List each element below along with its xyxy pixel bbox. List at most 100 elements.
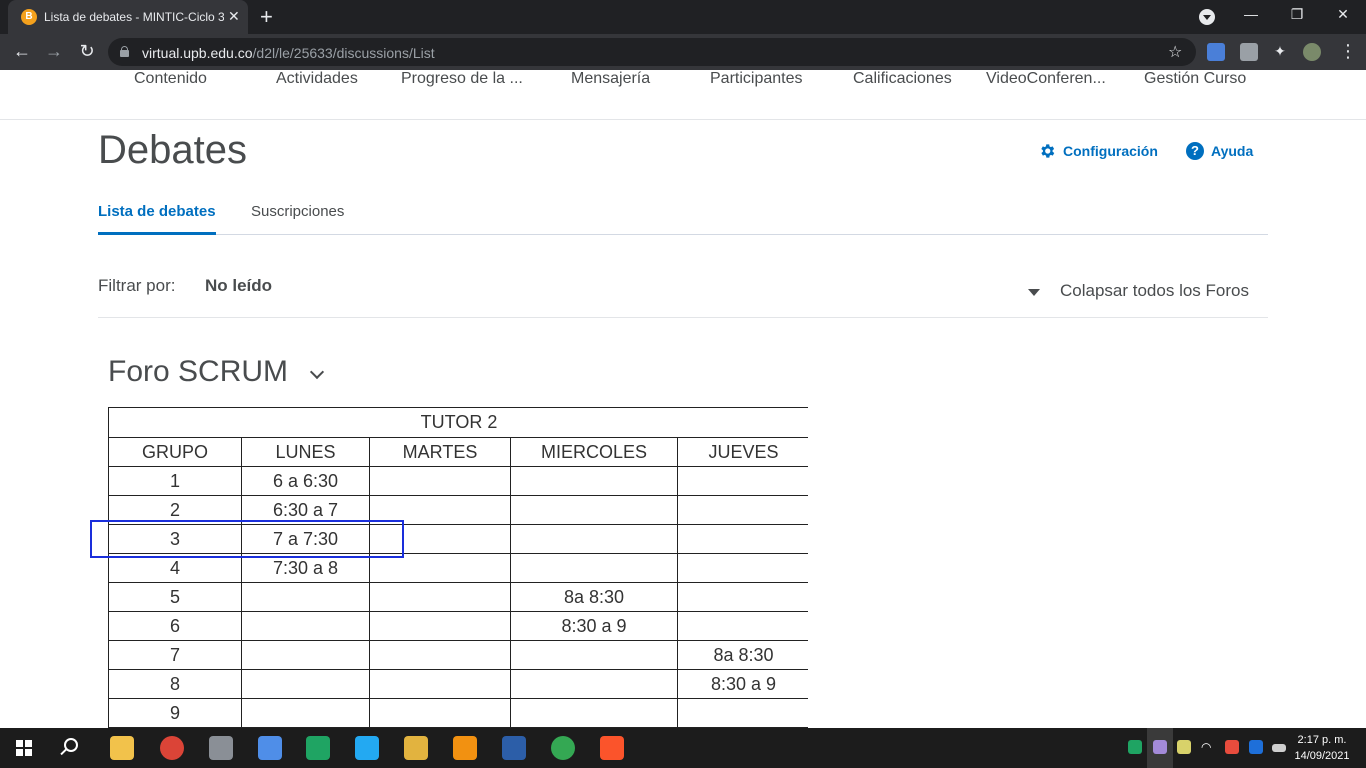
bluetooth-icon[interactable] <box>1249 740 1263 754</box>
schedule-cell <box>369 466 511 496</box>
tab-lista-de-debates[interactable]: Lista de debates <box>98 203 216 235</box>
browser-tabstrip: B Lista de debates - MINTIC-Ciclo 3 ✕ + … <box>0 0 1366 34</box>
forward-icon[interactable]: → <box>43 41 65 62</box>
tray-app-icon[interactable] <box>1153 740 1167 754</box>
filter-value[interactable]: No leído <box>205 276 272 296</box>
windows-start-icon[interactable] <box>16 740 32 756</box>
battery-icon[interactable] <box>1272 744 1286 752</box>
schedule-row: 5 8a 8:30 <box>108 582 808 612</box>
forum-heading[interactable]: Foro SCRUM <box>108 355 325 389</box>
schedule-cell <box>369 611 511 641</box>
extensions-puzzle-icon[interactable]: ✦ <box>1271 43 1289 61</box>
schedule-image: TUTOR 2 GRUPO LUNES MARTES MIERCOLES JUE… <box>108 407 808 728</box>
tray-colorful-icon[interactable] <box>1225 740 1239 754</box>
help-link[interactable]: ? Ayuda <box>1186 142 1253 160</box>
nav-item-videoconferencia[interactable]: VideoConferen... <box>986 70 1106 88</box>
wifi-icon[interactable]: ◠ <box>1201 740 1215 754</box>
tray-security-icon[interactable] <box>1177 740 1191 754</box>
schedule-cell <box>369 640 511 670</box>
nav-item-progreso[interactable]: Progreso de la ... <box>401 70 523 88</box>
help-icon: ? <box>1186 142 1204 160</box>
chevron-down-icon[interactable] <box>309 364 325 380</box>
schedule-row: 7 8a 8:30 <box>108 640 808 670</box>
nav-item-gestion-curso[interactable]: Gestión Curso <box>1144 70 1246 88</box>
translate-extension-icon[interactable] <box>1207 43 1225 61</box>
nav-item-participantes[interactable]: Participantes <box>710 70 803 88</box>
course-navbar: Contenido Actividades Progreso de la ...… <box>0 70 1366 120</box>
chrome-profile-icon[interactable] <box>551 736 575 760</box>
close-tab-icon[interactable]: ✕ <box>228 8 240 25</box>
schedule-cell <box>241 698 370 728</box>
vscode-icon[interactable] <box>355 736 379 760</box>
taskbar-clock[interactable]: 2:17 p. m. 14/09/2021 <box>1292 732 1352 764</box>
schedule-cell <box>510 466 678 496</box>
calculator-icon[interactable] <box>209 736 233 760</box>
divider <box>98 317 1268 318</box>
minimize-window-icon[interactable]: — <box>1241 6 1261 22</box>
address-bar[interactable]: virtual.upb.edu.co/d2l/le/25633/discussi… <box>108 38 1196 66</box>
column-header: LUNES <box>241 437 370 467</box>
schedule-row: 6 8:30 a 9 <box>108 611 808 641</box>
schedule-cell <box>510 698 678 728</box>
brightspace-favicon-icon: B <box>21 9 37 25</box>
schedule-cell <box>510 640 678 670</box>
bookmark-star-icon[interactable]: ☆ <box>1168 42 1182 62</box>
schedule-cell: 6 <box>108 611 242 641</box>
google-drive-icon[interactable] <box>306 736 330 760</box>
tab-title: Lista de debates - MINTIC-Ciclo 3 <box>44 10 224 24</box>
schedule-row: 8 8:30 a 9 <box>108 669 808 699</box>
schedule-cell <box>241 582 370 612</box>
nav-item-mensajeria[interactable]: Mensajería <box>571 70 650 88</box>
lock-icon <box>120 46 129 57</box>
schedule-cell <box>369 582 511 612</box>
schedule-cell <box>510 495 678 525</box>
clock-date: 14/09/2021 <box>1294 750 1350 762</box>
new-tab-button[interactable]: + <box>260 4 273 30</box>
schedule-row: 16 a 6:30 <box>108 466 808 496</box>
windows-taskbar: ◠ 2:17 p. m. 14/09/2021 <box>0 728 1366 768</box>
sublime-text-icon[interactable] <box>453 736 477 760</box>
powershell-icon[interactable] <box>502 736 526 760</box>
drive-tray-icon[interactable] <box>1128 740 1142 754</box>
schedule-table: TUTOR 2 GRUPO LUNES MARTES MIERCOLES JUE… <box>108 407 808 728</box>
tab-search-icon[interactable] <box>1199 9 1215 25</box>
nav-item-calificaciones[interactable]: Calificaciones <box>853 70 952 88</box>
schedule-cell <box>676 466 808 496</box>
tab-suscripciones[interactable]: Suscripciones <box>251 203 344 235</box>
schedule-cell: 5 <box>108 582 242 612</box>
settings-link[interactable]: Configuración <box>1038 142 1158 160</box>
collapse-label: Colapsar todos los Foros <box>1060 281 1249 300</box>
url-text: virtual.upb.edu.co/d2l/le/25633/discussi… <box>142 45 435 61</box>
profile-avatar[interactable] <box>1303 43 1321 61</box>
reload-icon[interactable]: ↻ <box>76 41 98 62</box>
browser-menu-icon[interactable]: ⋮ <box>1337 41 1359 62</box>
column-header: GRUPO <box>108 437 242 467</box>
schedule-cell <box>676 698 808 728</box>
gear-icon <box>1041 144 1055 158</box>
browser-tab[interactable]: B Lista de debates - MINTIC-Ciclo 3 ✕ <box>8 0 248 34</box>
nav-item-contenido[interactable]: Contenido <box>134 70 207 88</box>
app-icon[interactable] <box>258 736 282 760</box>
column-header: MARTES <box>369 437 511 467</box>
schedule-cell: 8 <box>108 669 242 699</box>
schedule-cell <box>510 553 678 583</box>
extension-icon[interactable] <box>1240 43 1258 61</box>
file-explorer-icon[interactable] <box>110 736 134 760</box>
clock-time: 2:17 p. m. <box>1297 734 1347 746</box>
chrome-icon[interactable] <box>160 736 184 760</box>
column-header: JUEVES <box>676 437 808 467</box>
close-window-icon[interactable]: ✕ <box>1333 6 1353 23</box>
schedule-cell <box>241 669 370 699</box>
schedule-cell <box>676 611 808 641</box>
discussion-tabs: Lista de debates Suscripciones <box>98 200 1268 235</box>
nav-item-actividades[interactable]: Actividades <box>276 70 358 88</box>
brave-icon[interactable] <box>600 736 624 760</box>
back-icon[interactable]: ← <box>11 41 33 62</box>
schedule-cell <box>369 698 511 728</box>
restore-window-icon[interactable]: ❐ <box>1287 6 1307 23</box>
collapse-all-forums-button[interactable]: Colapsar todos los Foros <box>1028 281 1249 301</box>
filter-label: Filtrar por: <box>98 276 176 295</box>
search-icon[interactable] <box>64 738 78 752</box>
app-cube-icon[interactable] <box>404 736 428 760</box>
schedule-title: TUTOR 2 <box>108 407 808 438</box>
